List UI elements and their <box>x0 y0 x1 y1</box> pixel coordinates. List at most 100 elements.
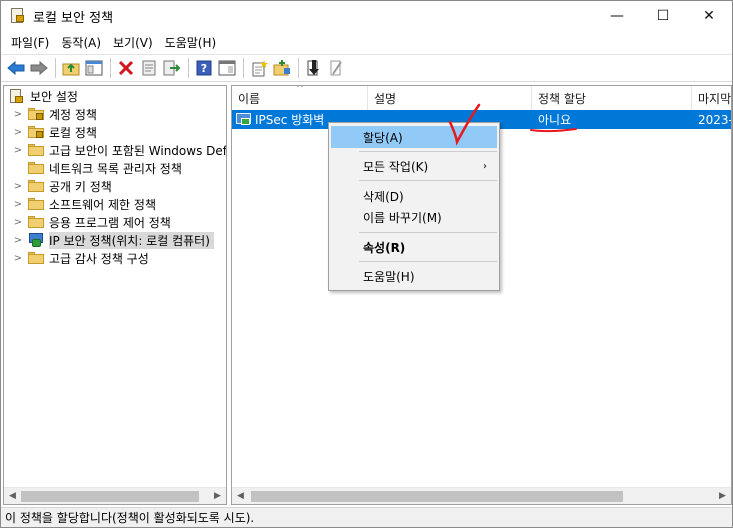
menu-item-label: 삭제(D) <box>363 189 404 204</box>
window-title: 로컬 보안 정책 <box>33 10 114 26</box>
tree-item-advanced-audit[interactable]: > 고급 감사 정책 구성 <box>12 249 149 267</box>
tree-item-label: 응용 프로그램 제어 정책 <box>49 215 171 230</box>
manage-filters-icon[interactable] <box>271 57 293 79</box>
policy-assigned-value: 아니요 <box>538 113 572 127</box>
menu-file[interactable]: 파일(F) <box>5 34 55 51</box>
minimize-button[interactable]: — <box>594 1 640 31</box>
svg-text:?: ? <box>201 62 207 75</box>
folder-icon <box>28 180 44 192</box>
tree-item-public-key-policies[interactable]: > 공개 키 정책 <box>12 177 112 195</box>
toolbar-separator <box>243 58 244 78</box>
menu-action[interactable]: 동작(A) <box>55 34 107 51</box>
chevron-right-icon[interactable]: > <box>12 145 24 156</box>
tree-item-label: 고급 감사 정책 구성 <box>49 251 149 266</box>
menu-help[interactable]: 도움말(H) <box>159 34 223 51</box>
tree-item-local-policies[interactable]: > 로컬 정책 <box>12 123 97 141</box>
scroll-right-icon[interactable]: ▶ <box>209 488 226 505</box>
help-icon[interactable]: ? <box>193 57 215 79</box>
column-label: 설명 <box>374 91 397 106</box>
tree-item-label: 네트워크 목록 관리자 정책 <box>49 161 182 176</box>
toolbar-separator <box>55 58 56 78</box>
tree-pane: 보안 설정 > 계정 정책 > 로컬 정책 > 고급 보안이 포함된 Windo… <box>3 85 227 505</box>
policy-modified-value: 2023- <box>698 112 732 127</box>
show-tree-icon[interactable] <box>83 57 105 79</box>
menu-item-delete[interactable]: 삭제(D) <box>331 185 497 207</box>
menu-item-help[interactable]: 도움말(H) <box>331 265 497 287</box>
tree-item-app-control[interactable]: > 응용 프로그램 제어 정책 <box>12 213 171 231</box>
lock-folder-icon <box>28 126 44 138</box>
tree-item-software-restriction[interactable]: > 소프트웨어 제한 정책 <box>12 195 156 213</box>
scrollbar-thumb[interactable] <box>21 490 199 502</box>
scroll-left-icon[interactable]: ◀ <box>232 488 249 505</box>
tree-item-label: IP 보안 정책(위치: 로컬 컴퓨터) <box>49 231 214 249</box>
policy-name: IPSec 방화벽 <box>255 113 325 127</box>
scroll-right-icon[interactable]: ▶ <box>714 488 731 505</box>
scrollbar-track[interactable] <box>21 488 209 505</box>
menu-item-label: 도움말(H) <box>363 269 415 284</box>
scroll-left-icon[interactable]: ◀ <box>4 488 21 505</box>
column-header-name[interactable]: ^ 이름 <box>232 86 368 110</box>
assign-icon[interactable] <box>303 57 325 79</box>
tree-root-label: 보안 설정 <box>30 89 78 104</box>
scrollbar-thumb[interactable] <box>251 490 623 502</box>
tree-horizontal-scrollbar[interactable]: ◀ ▶ <box>4 487 226 504</box>
title-bar: 로컬 보안 정책 — ☐ ✕ <box>1 1 732 31</box>
chevron-right-icon[interactable]: > <box>12 217 24 228</box>
tree-root[interactable]: 보안 설정 <box>6 87 78 105</box>
close-button[interactable]: ✕ <box>686 1 732 31</box>
toolbar: ? <box>1 54 732 82</box>
cell-name: IPSec 방화벽 <box>232 110 324 129</box>
cell-assigned: 아니요 <box>538 110 571 129</box>
column-header-description[interactable]: 설명 <box>368 86 532 110</box>
menu-separator <box>359 151 497 152</box>
chevron-right-icon[interactable]: > <box>12 181 24 192</box>
column-header-modified[interactable]: 마지막 <box>692 86 732 110</box>
menu-item-all-tasks[interactable]: 모든 작업(K) › <box>331 155 497 177</box>
menu-item-label: 이름 바꾸기(M) <box>363 210 442 225</box>
new-policy-icon[interactable] <box>248 57 270 79</box>
menu-separator <box>359 232 497 233</box>
chevron-right-icon[interactable]: > <box>12 253 24 264</box>
menu-item-rename[interactable]: 이름 바꾸기(M) <box>331 206 497 228</box>
forward-arrow-icon[interactable] <box>28 57 50 79</box>
scrollbar-track[interactable] <box>249 488 714 505</box>
menu-item-assign[interactable]: 할당(A) <box>331 126 497 148</box>
delete-icon[interactable] <box>115 57 137 79</box>
toolbar-separator <box>298 58 299 78</box>
ip-security-icon <box>28 233 44 247</box>
menu-item-properties[interactable]: 속성(R) <box>331 236 497 258</box>
status-bar: 이 정책을 할당합니다(정책이 활성화되도록 시도). <box>1 507 732 527</box>
tree-item-windows-defender-firewall[interactable]: > 고급 보안이 포함된 Windows Def <box>12 141 226 159</box>
toolbar-separator <box>110 58 111 78</box>
list-horizontal-scrollbar[interactable]: ◀ ▶ <box>232 487 731 504</box>
column-label: 마지막 <box>698 91 732 106</box>
chevron-right-icon[interactable]: > <box>12 235 24 246</box>
menu-separator <box>359 261 497 262</box>
column-label: 정책 할당 <box>538 91 586 106</box>
security-settings-icon <box>10 88 24 104</box>
tree-item-account-policies[interactable]: > 계정 정책 <box>12 105 97 123</box>
properties-icon[interactable] <box>138 57 160 79</box>
unassign-icon[interactable] <box>326 57 348 79</box>
submenu-arrow-icon: › <box>483 160 487 172</box>
folder-icon <box>28 144 44 156</box>
view-icon[interactable] <box>216 57 238 79</box>
menu-bar: 파일(F) 동작(A) 보기(V) 도움말(H) <box>1 31 732 53</box>
menu-separator <box>359 180 497 181</box>
toolbar-separator <box>188 58 189 78</box>
chevron-right-icon[interactable]: > <box>12 109 24 120</box>
back-arrow-icon[interactable] <box>5 57 27 79</box>
column-header-assigned[interactable]: 정책 할당 <box>532 86 692 110</box>
chevron-right-icon[interactable]: > <box>12 127 24 138</box>
up-folder-icon[interactable] <box>60 57 82 79</box>
tree-item-ip-security[interactable]: > IP 보안 정책(위치: 로컬 컴퓨터) <box>12 231 214 249</box>
menu-view[interactable]: 보기(V) <box>107 34 159 51</box>
export-icon[interactable] <box>161 57 183 79</box>
chevron-right-icon[interactable]: > <box>12 199 24 210</box>
menu-item-label: 할당(A) <box>363 130 403 145</box>
maximize-button[interactable]: ☐ <box>640 1 686 31</box>
tree-item-network-list-manager[interactable]: 네트워크 목록 관리자 정책 <box>12 159 182 177</box>
tree-item-label: 로컬 정책 <box>49 125 97 140</box>
tree-item-label: 공개 키 정책 <box>49 179 112 194</box>
context-menu: 할당(A) 모든 작업(K) › 삭제(D) 이름 바꾸기(M) 속성(R) 도… <box>328 122 500 291</box>
